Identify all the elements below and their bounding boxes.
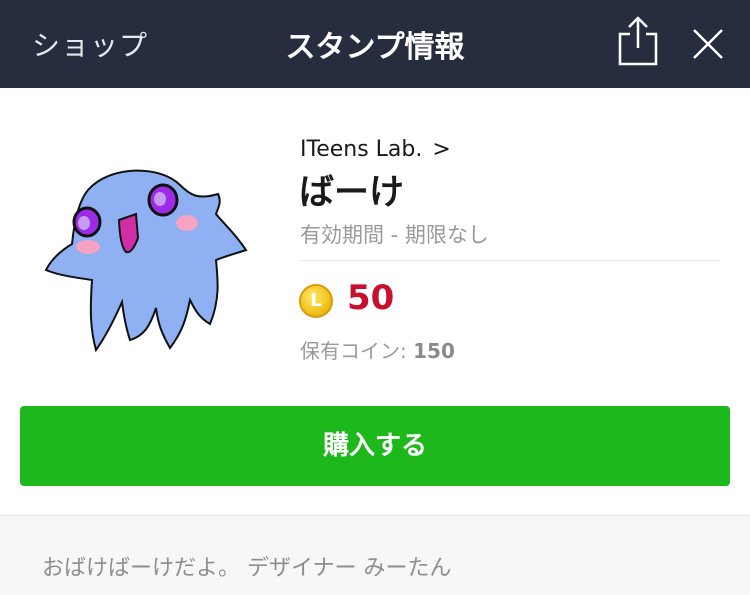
buy-button[interactable]: 購入する: [20, 406, 730, 486]
validity-period: 有効期間 - 期限なし: [300, 223, 489, 247]
coin-letter: L: [310, 290, 322, 311]
line-coin-icon: L: [299, 284, 333, 318]
owned-coins-label: 保有コイン:: [300, 339, 407, 363]
author-link[interactable]: ITeens Lab. >: [300, 137, 451, 162]
description-section: おばけばーけだよ。 デザイナー みーたん: [0, 515, 750, 595]
chevron-right-icon: >: [432, 137, 451, 162]
sticker-description: おばけばーけだよ。 デザイナー みーたん: [42, 556, 452, 581]
sticker-name: ばーけ: [299, 173, 405, 213]
share-icon[interactable]: [614, 14, 662, 68]
author-name: ITeens Lab.: [300, 137, 423, 162]
divider: [300, 260, 720, 261]
owned-coins-value: 150: [413, 339, 455, 363]
shop-back-button[interactable]: ショップ: [32, 24, 148, 64]
ghost-sticker-icon: [40, 150, 260, 360]
owned-coins: 保有コイン: 150: [300, 335, 455, 364]
top-navbar: ショップ スタンプ情報: [0, 0, 750, 88]
price-value: 50: [347, 278, 395, 318]
close-icon[interactable]: [688, 24, 728, 64]
